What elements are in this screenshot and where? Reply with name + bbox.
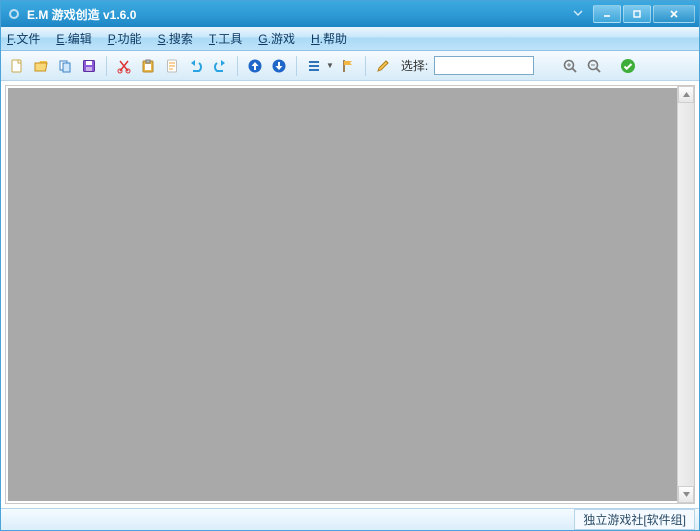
chevron-down-icon[interactable]: ▼ [326, 61, 334, 70]
toolbar-separator [237, 56, 238, 76]
pencil-icon[interactable] [373, 56, 393, 76]
window-controls [591, 5, 695, 23]
arrow-up-circle-icon[interactable] [245, 56, 265, 76]
title-bar[interactable]: E.M 游戏创造 v1.6.0 [1, 1, 699, 27]
menu-tools[interactable]: T.工具 [209, 30, 242, 47]
document-icon[interactable] [162, 56, 182, 76]
status-bar: 独立游戏社[软件组] [1, 508, 699, 530]
close-button[interactable] [653, 5, 695, 23]
vertical-scrollbar[interactable] [677, 86, 694, 503]
minimize-button[interactable] [593, 5, 621, 23]
menu-function[interactable]: P.功能 [108, 30, 142, 47]
select-label: 选择: [401, 57, 428, 74]
menu-file[interactable]: F.文件 [7, 30, 40, 47]
status-text: 独立游戏社[软件组] [574, 509, 695, 530]
toolbar-separator [365, 56, 366, 76]
maximize-button[interactable] [623, 5, 651, 23]
zoom-out-icon[interactable] [584, 56, 604, 76]
editor-canvas[interactable] [8, 88, 677, 501]
arrow-down-circle-icon[interactable] [269, 56, 289, 76]
redo-icon[interactable] [210, 56, 230, 76]
save-icon[interactable] [79, 56, 99, 76]
toolbar: ▼ 选择: [1, 51, 699, 81]
editor-frame [5, 85, 695, 504]
menu-edit[interactable]: E.编辑 [56, 30, 91, 47]
menu-game[interactable]: G.游戏 [258, 30, 295, 47]
menu-bar: F.文件 E.编辑 P.功能 S.搜索 T.工具 G.游戏 H.帮助 [1, 27, 699, 51]
scroll-track[interactable] [678, 103, 694, 486]
window-title: E.M 游戏创造 v1.6.0 [27, 6, 136, 23]
zoom-in-icon[interactable] [560, 56, 580, 76]
flag-icon[interactable] [338, 56, 358, 76]
list-icon[interactable] [304, 56, 324, 76]
menu-help[interactable]: H.帮助 [311, 30, 347, 47]
toolbar-separator [296, 56, 297, 76]
check-circle-icon[interactable] [618, 56, 638, 76]
app-window: E.M 游戏创造 v1.6.0 F.文件 E.编辑 P.功能 S.搜索 T.工具… [0, 0, 700, 531]
cut-icon[interactable] [114, 56, 134, 76]
app-icon [7, 7, 21, 21]
paste-icon[interactable] [138, 56, 158, 76]
scroll-up-button[interactable] [678, 86, 694, 103]
new-file-icon[interactable] [7, 56, 27, 76]
ribbon-dropdown-icon[interactable] [573, 7, 583, 21]
menu-search[interactable]: S.搜索 [158, 30, 193, 47]
copy-icon[interactable] [55, 56, 75, 76]
toolbar-separator [106, 56, 107, 76]
scroll-down-button[interactable] [678, 486, 694, 503]
select-input[interactable] [434, 56, 534, 75]
undo-icon[interactable] [186, 56, 206, 76]
open-folder-icon[interactable] [31, 56, 51, 76]
